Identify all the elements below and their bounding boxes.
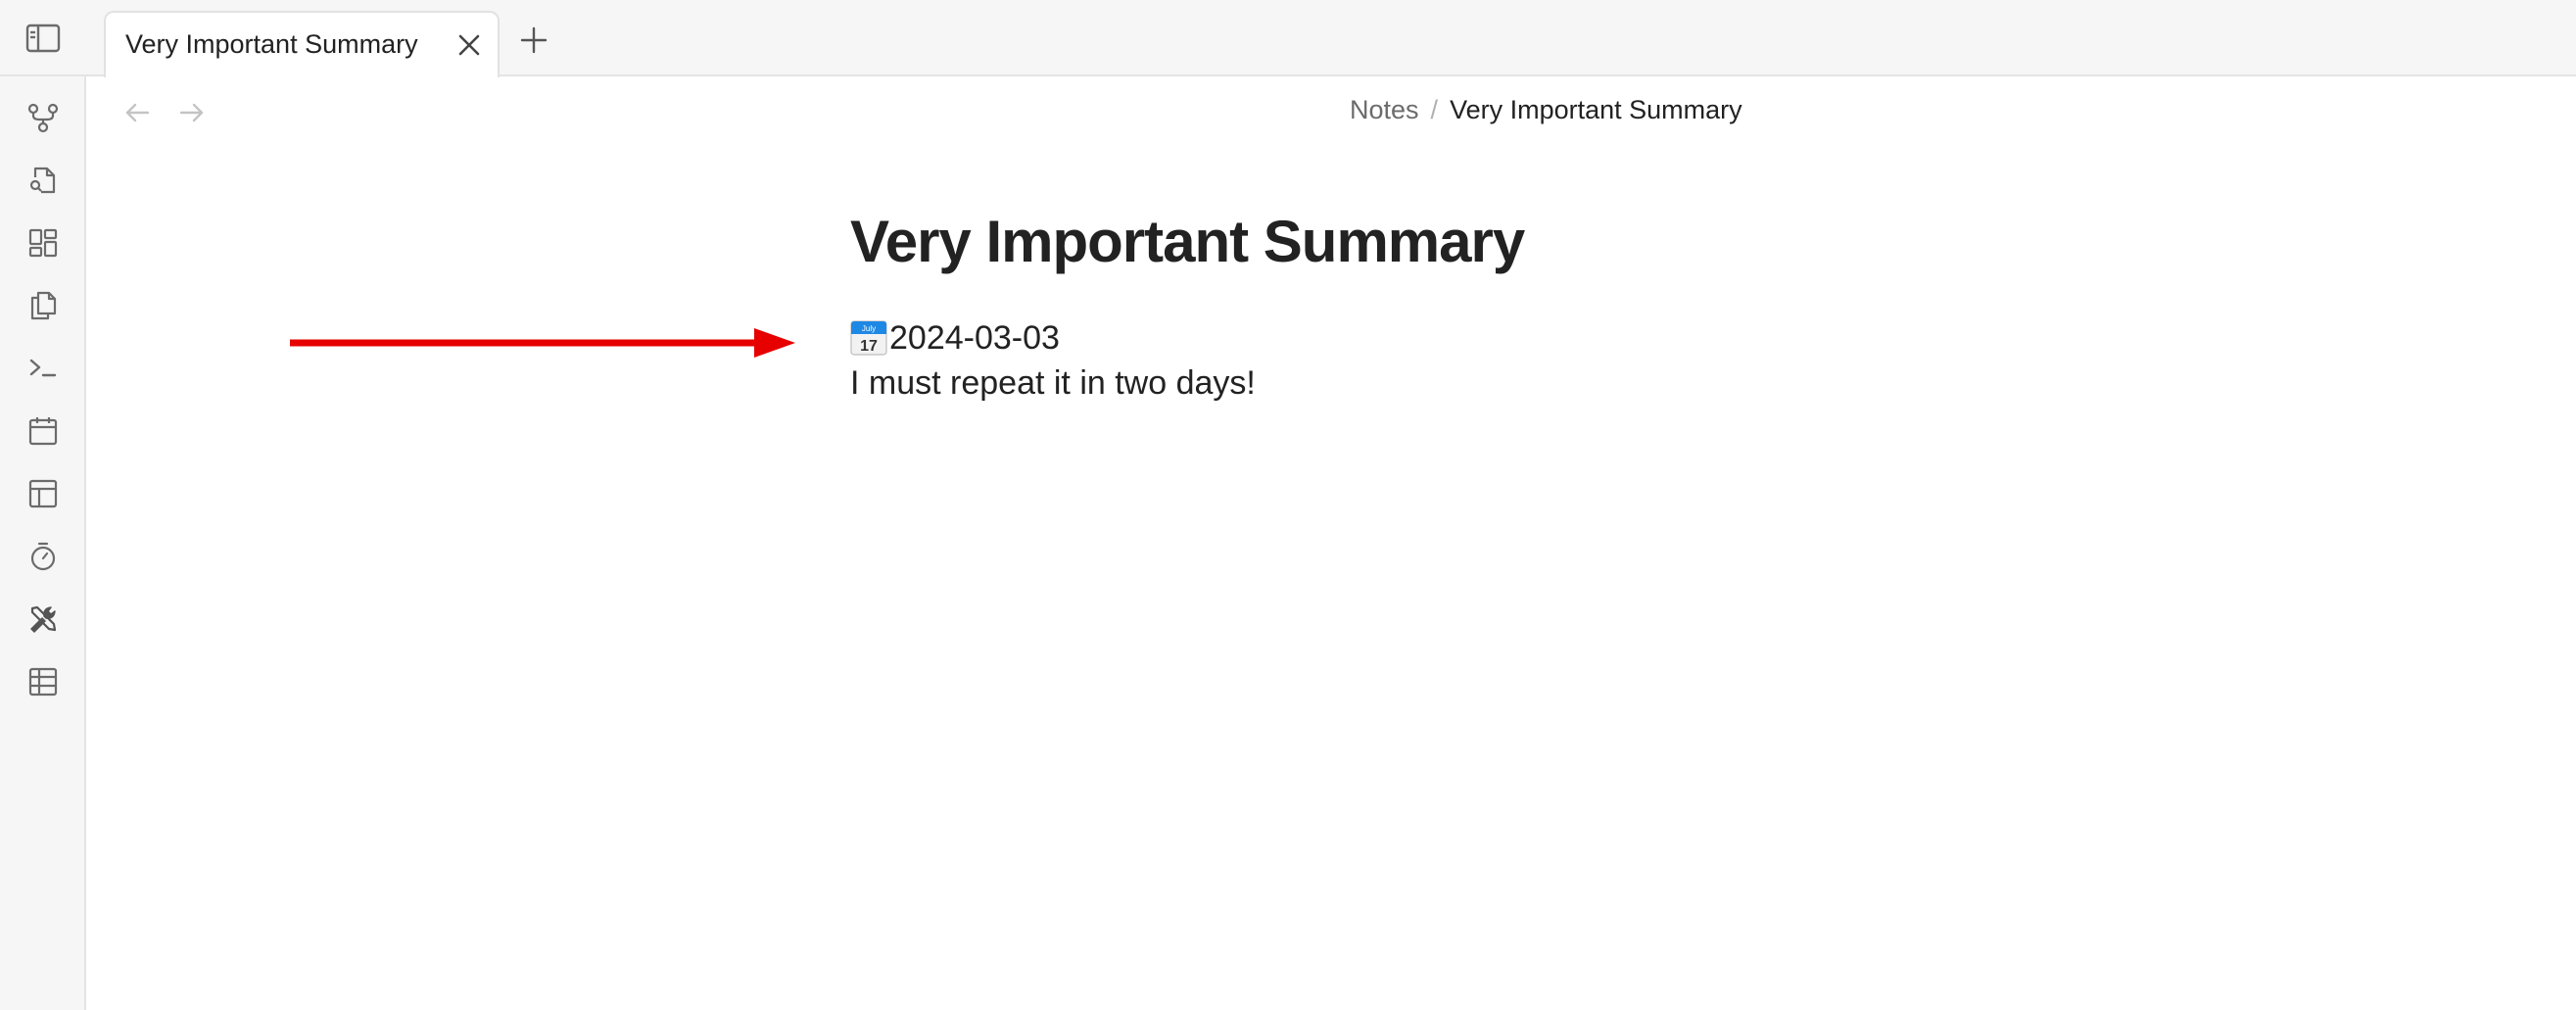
tab-title: Very Important Summary <box>125 29 418 59</box>
navigate-forward-icon[interactable] <box>175 96 209 129</box>
note-date-line[interactable]: July 17 2024-03-03 <box>850 315 1060 361</box>
breadcrumb-separator: / <box>1430 95 1439 124</box>
tools-icon[interactable] <box>25 601 61 637</box>
sidebar-toggle-icon[interactable] <box>24 22 63 55</box>
calendar-icon[interactable] <box>25 413 61 449</box>
close-icon[interactable] <box>454 30 484 60</box>
breadcrumb-parent[interactable]: Notes <box>1350 95 1419 125</box>
copy-files-icon[interactable] <box>25 288 61 323</box>
graph-view-icon[interactable] <box>25 100 61 135</box>
calendar-emoji-day: 17 <box>860 338 878 355</box>
new-tab-plus-icon[interactable] <box>517 24 550 57</box>
layout-template-icon[interactable] <box>25 476 61 511</box>
file-search-icon[interactable] <box>25 163 61 198</box>
terminal-icon[interactable] <box>25 351 61 386</box>
navigate-back-icon[interactable] <box>120 96 154 129</box>
left-ribbon <box>0 76 86 1010</box>
note-body-text[interactable]: I must repeat it in two days! <box>850 364 1256 403</box>
tab-very-important-summary[interactable]: Very Important Summary <box>104 11 500 77</box>
breadcrumb-current[interactable]: Very Important Summary <box>1450 95 1742 125</box>
note-title[interactable]: Very Important Summary <box>850 208 1525 275</box>
red-arrow-annotation <box>290 327 795 359</box>
calendar-emoji-month: July <box>862 324 876 333</box>
table-icon[interactable] <box>25 664 61 699</box>
calendar-emoji-icon: July 17 <box>850 320 887 356</box>
timer-icon[interactable] <box>25 539 61 574</box>
tab-bar: Very Important Summary <box>0 0 2576 77</box>
note-date: 2024-03-03 <box>889 318 1060 357</box>
canvas-icon[interactable] <box>25 225 61 261</box>
breadcrumb: Notes / Very Important Summary <box>1350 95 1742 125</box>
